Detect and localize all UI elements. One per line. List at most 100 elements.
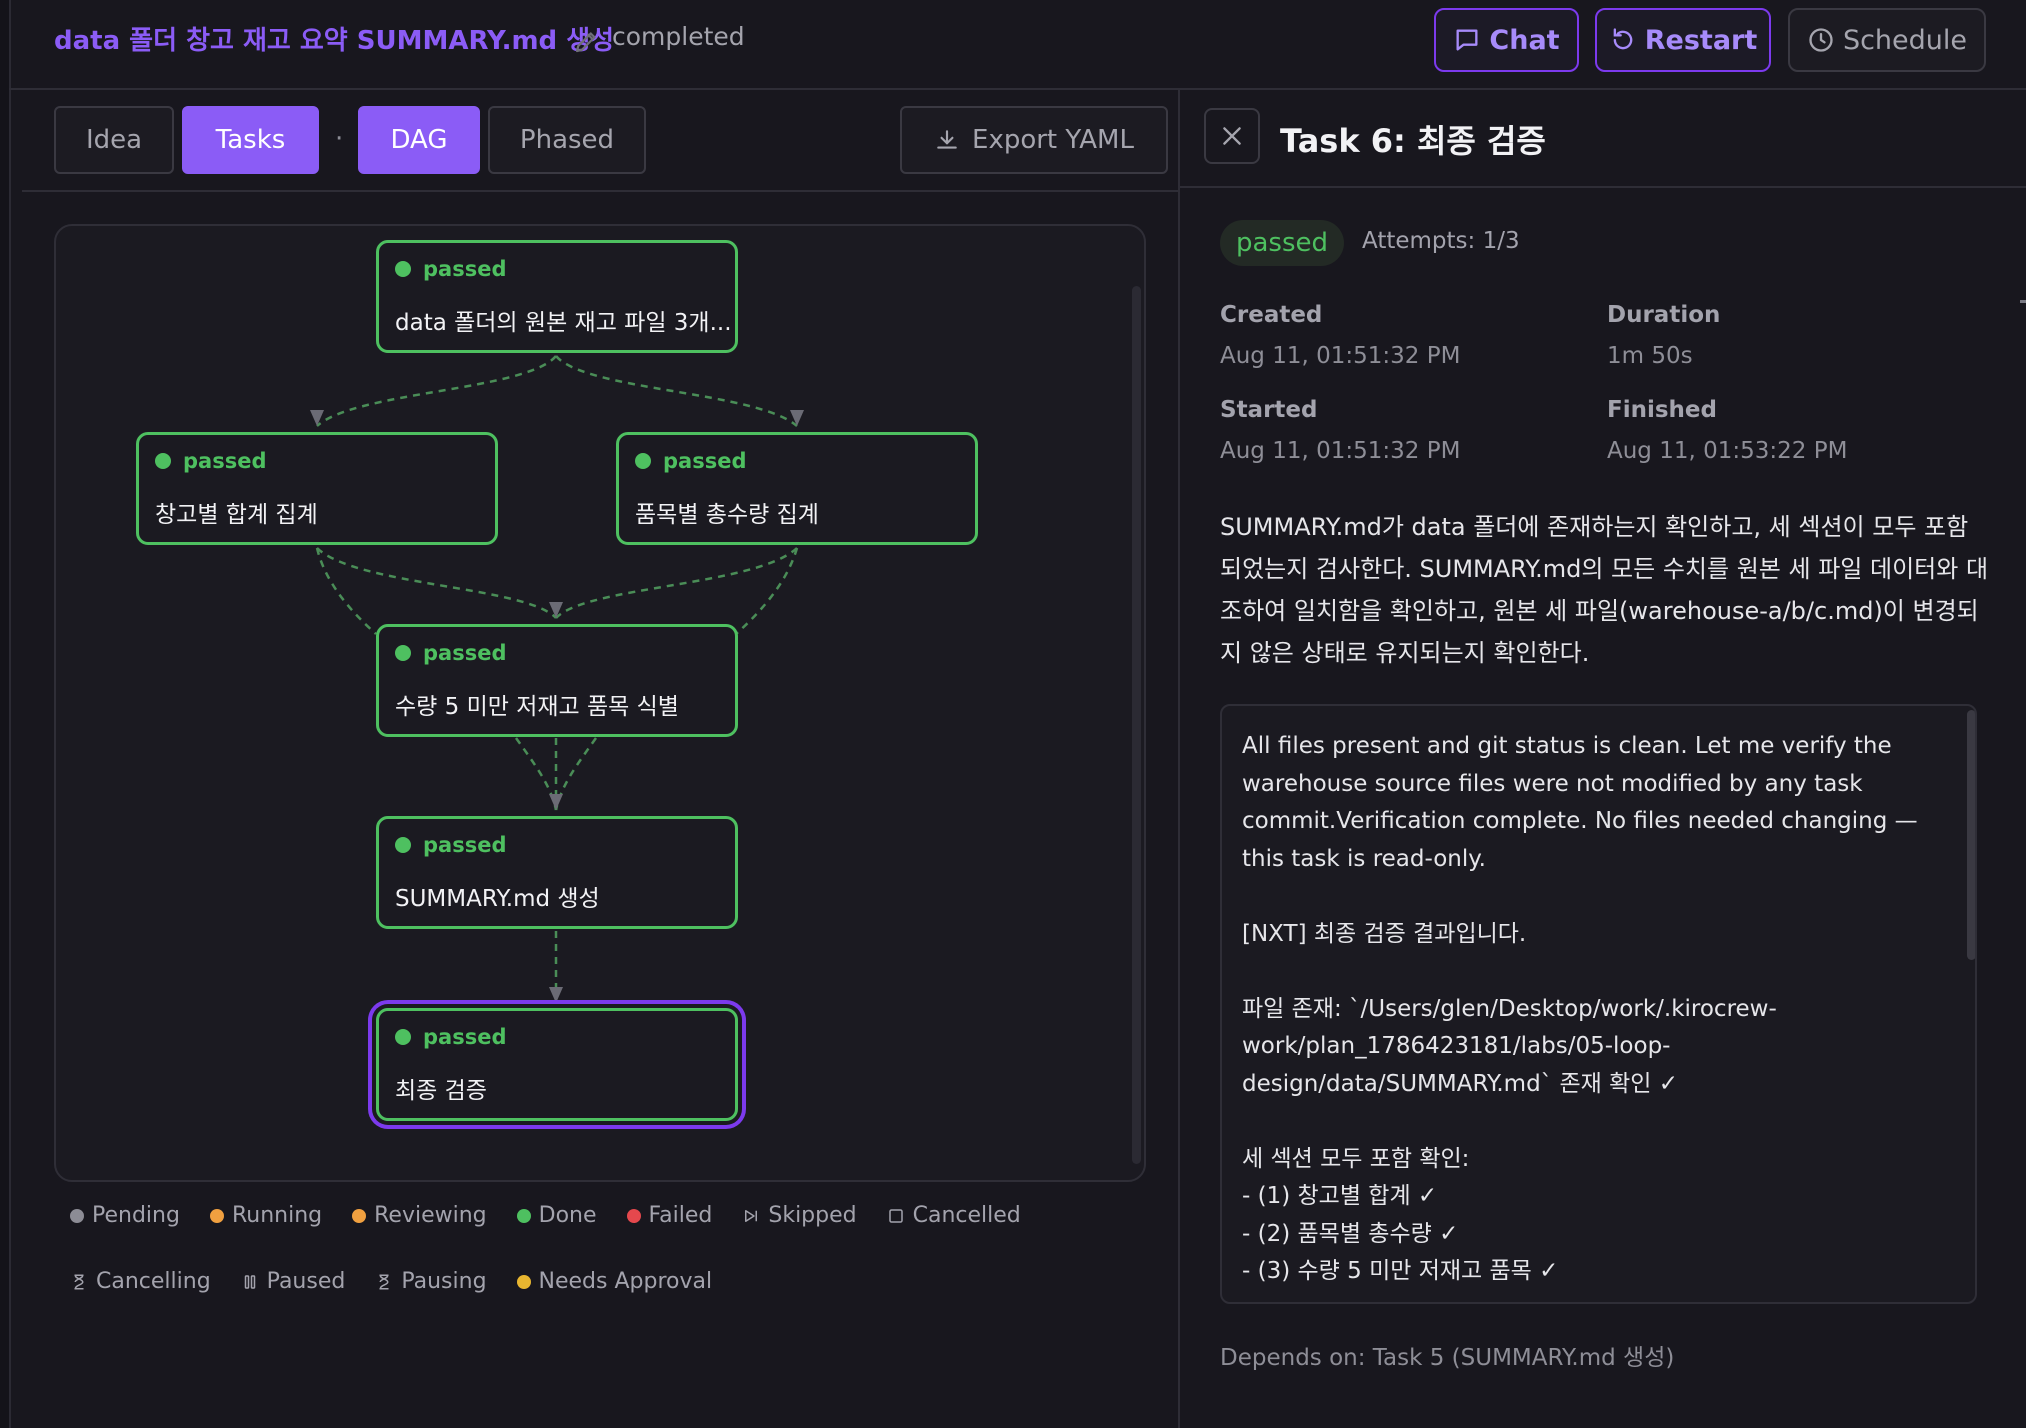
edge-4-5b — [554, 737, 598, 811]
edge-1-3 — [555, 355, 798, 427]
dag-node-6[interactable]: passed 최종 검증 — [376, 1008, 738, 1121]
log-scrollbar[interactable] — [1967, 710, 1975, 960]
edge-2-4b — [315, 547, 377, 635]
arrow-5 — [549, 794, 563, 810]
panel-divider — [1178, 90, 1180, 1428]
tab-separator: · — [335, 124, 344, 154]
node-status: passed — [423, 641, 507, 665]
node-label: 최종 검증 — [395, 1078, 487, 1104]
dag-scrollbar[interactable] — [1132, 286, 1141, 1164]
plan-title[interactable]: data 폴더 창고 재고 요약 SUMMARY.md 생성 — [54, 20, 614, 57]
status-dot — [155, 453, 171, 469]
export-yaml-button[interactable]: Export YAML — [900, 106, 1168, 174]
node-label: 품목별 총수량 집계 — [635, 502, 819, 528]
dag-node-1[interactable]: passed data 폴더의 원본 재고 파일 3개... — [376, 240, 738, 353]
status-badge: passed — [1220, 220, 1345, 266]
left-rail — [0, 0, 11, 1428]
duration-label: Duration — [1607, 302, 1721, 328]
tab-dag[interactable]: DAG — [358, 106, 480, 174]
node-label: 수량 5 미만 저재고 품목 식별 — [395, 694, 679, 720]
needs-approval-dot — [516, 1274, 531, 1289]
legend-skipped: Skipped — [742, 1203, 857, 1228]
created-value: Aug 11, 01:51:32 PM — [1220, 343, 1461, 369]
failed-dot — [626, 1208, 641, 1223]
arrow-2 — [310, 410, 324, 426]
started-label: Started — [1220, 397, 1318, 423]
dag-node-2[interactable]: passed 창고별 합계 집계 — [136, 432, 498, 545]
running-dot — [209, 1208, 224, 1223]
legend-pausing: Pausing — [375, 1269, 487, 1294]
tab-phased[interactable]: Phased — [488, 106, 646, 174]
skip-icon — [745, 1209, 758, 1222]
task-title: Task 6: 최종 검증 — [1280, 122, 1546, 160]
chat-icon — [1456, 29, 1478, 51]
status-dot — [395, 1029, 411, 1045]
restart-label: Restart — [1644, 24, 1758, 56]
reviewing-dot — [352, 1208, 367, 1223]
node-label: 창고별 합계 집계 — [155, 502, 318, 528]
task-description: SUMMARY.md가 data 폴더에 존재하는지 확인하고, 세 섹션이 모… — [1220, 513, 1989, 667]
pending-dot — [70, 1208, 84, 1223]
legend-failed: Failed — [626, 1203, 712, 1228]
hourglass-icon — [74, 1274, 84, 1289]
legend-cancelled: Cancelled — [887, 1203, 1021, 1228]
started-value: Aug 11, 01:51:32 PM — [1220, 438, 1461, 464]
status-dot — [635, 453, 651, 469]
close-button[interactable] — [1204, 108, 1260, 164]
clock-icon — [1809, 28, 1833, 52]
status-dot — [395, 645, 411, 661]
dag-node-5[interactable]: passed SUMMARY.md 생성 — [376, 816, 738, 929]
legend-done: Done — [516, 1203, 597, 1228]
legend-paused: Paused — [241, 1269, 345, 1294]
node-status: passed — [423, 1025, 507, 1049]
edge-2-4 — [316, 547, 557, 619]
status-dot — [395, 261, 411, 277]
node-label: SUMMARY.md 생성 — [395, 886, 600, 912]
finished-value: Aug 11, 01:53:22 PM — [1607, 438, 1848, 464]
schedule-button[interactable]: Schedule — [1788, 8, 1986, 72]
status-legend: Pending Running Reviewing Done Failed Sk… — [70, 1203, 1021, 1228]
tab-idea[interactable]: Idea — [54, 106, 174, 174]
task-detail-header: Task 6: 최종 검증 — [1180, 90, 2026, 188]
edge-4-5a — [514, 737, 558, 811]
node-label: data 폴더의 원본 재고 파일 3개... — [395, 310, 730, 336]
dag-node-3[interactable]: passed 품목별 총수량 집계 — [616, 432, 978, 545]
edge-1-2 — [316, 355, 557, 427]
legend-pending: Pending — [70, 1203, 180, 1228]
hourglass-icon — [379, 1274, 389, 1289]
created-label: Created — [1220, 302, 1323, 328]
pause-icon — [244, 1274, 255, 1289]
arrow-4 — [549, 602, 563, 618]
download-icon — [937, 130, 957, 149]
task-output-log[interactable]: All files present and git status is clea… — [1220, 704, 1977, 1304]
header-bar: data 폴더 창고 재고 요약 SUMMARY.md 생성 completed… — [9, 0, 2026, 90]
attempts-count: Attempts: 1/3 — [1362, 228, 1520, 254]
close-icon — [1223, 127, 1241, 145]
legend-cancelling: Cancelling — [70, 1269, 211, 1294]
legend-needs-approval: Needs Approval — [516, 1269, 712, 1294]
status-legend-row-2: Cancelling Paused Pausing Needs Approval — [70, 1269, 712, 1294]
resize-handle[interactable] — [2020, 300, 2026, 303]
node-status: passed — [423, 833, 507, 857]
node-status: passed — [423, 257, 507, 281]
node-status: passed — [183, 449, 267, 473]
chat-button[interactable]: Chat — [1434, 8, 1579, 72]
plan-status: completed — [612, 22, 745, 51]
status-dot — [395, 837, 411, 853]
restart-icon — [1613, 28, 1633, 50]
schedule-label: Schedule — [1842, 24, 1968, 56]
square-icon — [888, 1208, 903, 1223]
log-text: All files present and git status is clea… — [1242, 733, 1918, 1284]
dag-canvas[interactable]: passed data 폴더의 원본 재고 파일 3개... passed 창고… — [54, 224, 1146, 1182]
pencil-icon[interactable] — [572, 26, 602, 56]
node-status: passed — [663, 449, 747, 473]
tab-tasks[interactable]: Tasks — [182, 106, 319, 174]
view-tabbar: Idea Tasks · DAG Phased Export YAML — [22, 90, 1178, 192]
restart-button[interactable]: Restart — [1595, 8, 1771, 72]
edge-3-4b — [735, 547, 799, 635]
finished-label: Finished — [1607, 397, 1717, 423]
done-dot — [516, 1208, 531, 1223]
chat-label: Chat — [1489, 24, 1560, 56]
dag-node-4[interactable]: passed 수량 5 미만 저재고 품목 식별 — [376, 624, 738, 737]
legend-reviewing: Reviewing — [352, 1203, 487, 1228]
